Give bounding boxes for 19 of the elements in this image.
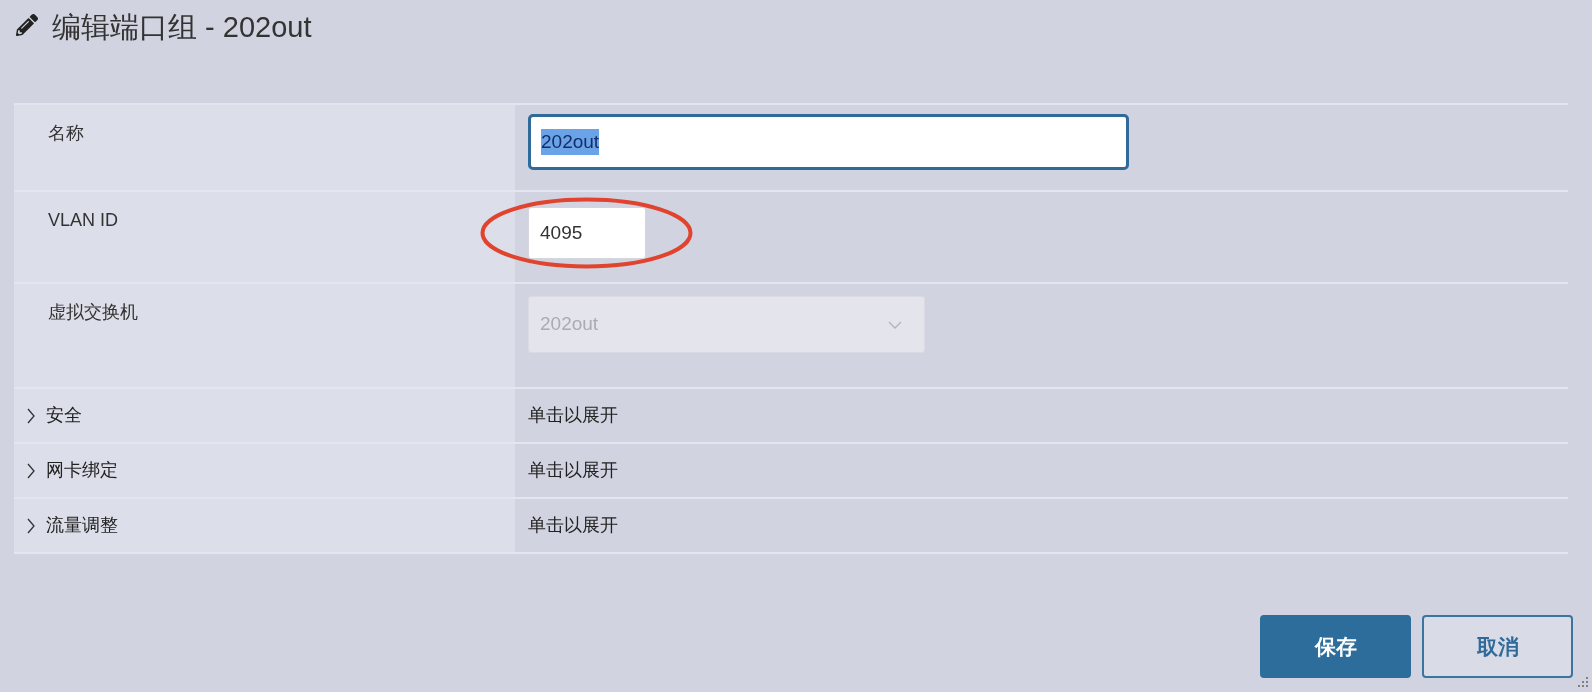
window-title: 编辑端口组 - 202out bbox=[52, 11, 312, 43]
vlan-id-input[interactable]: 4095 bbox=[528, 207, 646, 259]
expand-hint: 单击以展开 bbox=[528, 514, 618, 537]
section-toggle[interactable]: 安全 bbox=[14, 389, 515, 442]
field-label: VLAN ID bbox=[48, 210, 119, 230]
select-value: 202out bbox=[540, 312, 599, 337]
field-label: 名称 bbox=[48, 123, 84, 143]
section-toggle[interactable]: 网卡绑定 bbox=[14, 444, 515, 497]
cancel-button[interactable]: 取消 bbox=[1422, 615, 1573, 678]
pencil-icon bbox=[16, 14, 38, 36]
field-label: 虚拟交换机 bbox=[48, 302, 138, 322]
chevron-down-icon bbox=[888, 320, 902, 329]
input-value: 202out bbox=[541, 129, 600, 155]
expand-hint: 单击以展开 bbox=[528, 459, 618, 482]
save-button[interactable]: 保存 bbox=[1260, 615, 1411, 678]
name-input[interactable]: 202out bbox=[528, 114, 1129, 170]
resize-grip-icon[interactable] bbox=[1577, 676, 1589, 688]
expand-hint: 单击以展开 bbox=[528, 404, 618, 427]
section-toggle[interactable]: 流量调整 bbox=[14, 499, 515, 552]
